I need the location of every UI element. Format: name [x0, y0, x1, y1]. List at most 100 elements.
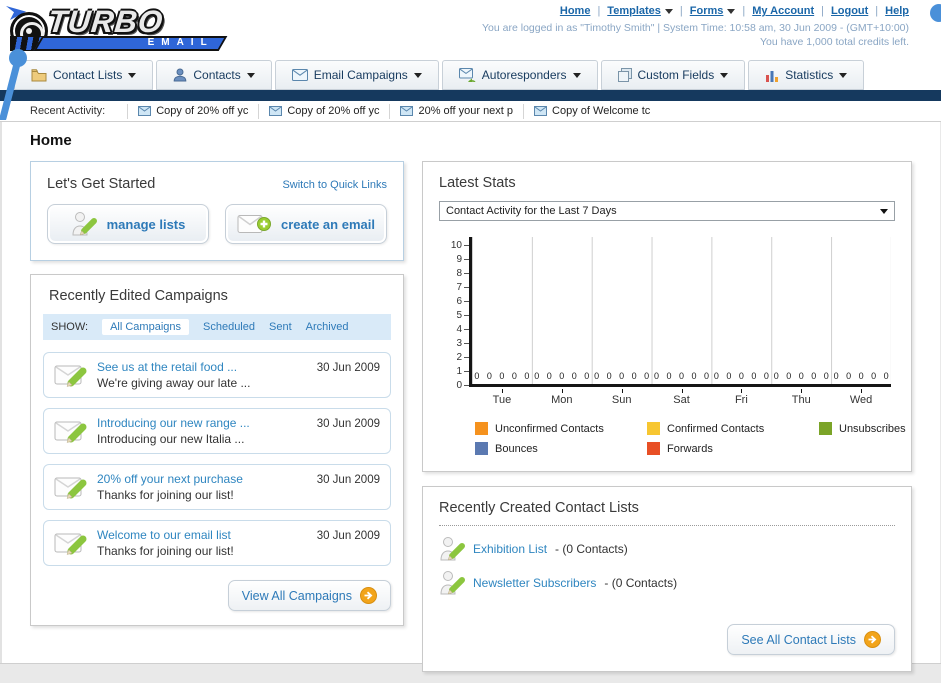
turbo-email-dashboard: TURBO EMAIL Home | Templates | Forms | M…	[0, 0, 941, 683]
tab-autoresponders[interactable]: Autoresponders	[441, 60, 598, 90]
switch-to-quick-links-link[interactable]: Switch to Quick Links	[282, 179, 387, 191]
recently-created-contact-lists-panel: Recently Created Contact Lists Exhibitio…	[422, 486, 912, 672]
chart-x-axis: Tue Mon Sun Sat Fri Thu Wed	[472, 389, 891, 406]
latest-stats-panel: Latest Stats Contact Activity for the La…	[422, 161, 912, 472]
stats-period-select[interactable]: Contact Activity for the Last 7 Days	[439, 201, 895, 221]
turbo-email-logo[interactable]: TURBO EMAIL	[6, 4, 243, 54]
filter-sent[interactable]: Sent	[269, 321, 292, 333]
nav-link-my-account[interactable]: My Account	[752, 5, 814, 17]
campaign-title-link[interactable]: Welcome to our email list	[97, 528, 308, 542]
chart-y-axis: 10 9 8 7 6 5 4 3 2 1 0	[445, 237, 469, 391]
nav-separator: |	[742, 5, 746, 17]
main-tab-bar: Contact Lists Contacts Email Campaigns A…	[0, 60, 941, 90]
campaign-list-item[interactable]: 20% off your next purchase Thanks for jo…	[43, 464, 391, 510]
campaign-date: 30 Jun 2009	[316, 474, 380, 486]
chevron-down-icon	[720, 72, 729, 78]
person-icon	[174, 68, 187, 82]
legend-item: Forwards	[647, 442, 819, 455]
manage-lists-button[interactable]: manage lists	[47, 204, 209, 244]
main-content: Home Let's Get Started Switch to Quick L…	[0, 122, 941, 672]
chevron-down-icon	[880, 208, 888, 214]
legend-swatch-forwards	[647, 442, 660, 455]
filter-archived[interactable]: Archived	[306, 321, 349, 333]
bar-chart-icon	[766, 70, 779, 82]
credits-info: You have 1,000 total credits left.	[759, 36, 909, 48]
campaigns-title: Recently Edited Campaigns	[49, 288, 228, 304]
help-balloon-icon	[930, 4, 941, 22]
create-email-label: create an email	[281, 216, 375, 232]
campaign-title-link[interactable]: See us at the retail food ...	[97, 360, 308, 374]
contact-list-item[interactable]: Newsletter Subscribers - (0 Contacts)	[439, 566, 895, 600]
tab-contacts[interactable]: Contacts	[156, 60, 272, 90]
see-all-contact-lists-button[interactable]: See All Contact Lists	[727, 624, 895, 655]
envelope-plus-icon	[237, 215, 272, 233]
campaign-title-link[interactable]: Introducing our new range ...	[97, 416, 308, 430]
create-email-button[interactable]: create an email	[225, 204, 387, 244]
chevron-down-icon	[413, 72, 422, 78]
tab-custom-fields[interactable]: Custom Fields	[600, 60, 746, 90]
contact-list-item[interactable]: Exhibition List - (0 Contacts)	[439, 532, 895, 566]
campaign-date: 30 Jun 2009	[316, 362, 380, 374]
campaign-list-item[interactable]: Introducing our new range ... Introducin…	[43, 408, 391, 454]
nav-link-forms[interactable]: Forms	[690, 5, 736, 17]
get-started-panel: Let's Get Started Switch to Quick Links …	[30, 161, 404, 261]
chevron-down-icon	[664, 8, 673, 14]
nav-link-home[interactable]: Home	[560, 5, 591, 17]
contact-list-name-link[interactable]: Exhibition List	[473, 542, 547, 556]
show-label: SHOW:	[51, 321, 89, 333]
envelope-icon	[291, 69, 308, 81]
tab-statistics[interactable]: Statistics	[748, 60, 865, 90]
legend-swatch-unconfirmed	[475, 422, 488, 435]
tab-label: Statistics	[785, 68, 834, 82]
chevron-down-icon	[572, 72, 581, 78]
nav-link-templates[interactable]: Templates	[607, 5, 673, 17]
filter-all-campaigns[interactable]: All Campaigns	[102, 319, 189, 335]
campaign-subtitle: Thanks for joining our list!	[97, 488, 234, 502]
nav-link-help[interactable]: Help	[885, 5, 909, 17]
chevron-down-icon	[839, 72, 848, 78]
recent-activity-item[interactable]: Copy of 20% off yc	[258, 103, 389, 119]
contact-list-count: - (0 Contacts)	[555, 542, 628, 556]
person-pencil-icon	[72, 212, 97, 236]
envelope-reply-icon	[458, 68, 476, 82]
campaign-subtitle: Thanks for joining our list!	[97, 544, 234, 558]
campaign-date: 30 Jun 2009	[316, 530, 380, 542]
go-arrow-icon	[864, 631, 881, 648]
contact-list-name-link[interactable]: Newsletter Subscribers	[473, 576, 596, 590]
legend-item: Unconfirmed Contacts	[475, 422, 647, 435]
person-pencil-icon	[440, 537, 465, 561]
recent-activity-label: Recent Activity:	[30, 105, 106, 117]
campaign-list-item[interactable]: Welcome to our email list Thanks for joi…	[43, 520, 391, 566]
nav-separator: |	[679, 5, 683, 17]
recent-activity-item[interactable]: Copy of 20% off yc	[127, 103, 258, 119]
logo-subtitle: EMAIL	[147, 37, 214, 48]
envelope-icon	[138, 106, 152, 116]
nav-link-logout[interactable]: Logout	[831, 5, 868, 17]
chevron-down-icon	[128, 72, 137, 78]
top-nav: Home | Templates | Forms | My Account | …	[560, 5, 909, 17]
logo-title: TURBO	[46, 4, 166, 39]
filter-scheduled[interactable]: Scheduled	[203, 321, 255, 333]
recent-activity-item[interactable]: Copy of Welcome tc	[523, 103, 660, 119]
legend-swatch-confirmed	[647, 422, 660, 435]
legend-swatch-unsubscribes	[819, 422, 832, 435]
legend-swatch-bounces	[475, 442, 488, 455]
latest-stats-title: Latest Stats	[439, 175, 516, 191]
envelope-icon	[400, 106, 414, 116]
campaign-subtitle: We're giving away our late ...	[97, 376, 251, 390]
view-all-campaigns-button[interactable]: View All Campaigns	[227, 580, 391, 611]
tab-label: Contact Lists	[53, 68, 123, 82]
pages-icon	[617, 68, 632, 82]
tab-contact-lists[interactable]: Contact Lists	[14, 60, 154, 90]
nav-separator: |	[875, 5, 879, 17]
tab-email-campaigns[interactable]: Email Campaigns	[274, 60, 439, 90]
campaign-date: 30 Jun 2009	[316, 418, 380, 430]
nav-separator: |	[597, 5, 601, 17]
envelope-icon	[534, 106, 548, 116]
contact-lists-title: Recently Created Contact Lists	[439, 500, 895, 526]
recent-activity-item[interactable]: 20% off your next p	[389, 103, 523, 119]
campaign-list-item[interactable]: See us at the retail food ... We're givi…	[43, 352, 391, 398]
chart-plot-area: 0 0 0 0 0 0 0 0 0 0 0 0 0 0 0 0 0 0 0 0 …	[469, 237, 891, 387]
tab-label: Autoresponders	[481, 68, 567, 82]
campaign-title-link[interactable]: 20% off your next purchase	[97, 472, 308, 486]
